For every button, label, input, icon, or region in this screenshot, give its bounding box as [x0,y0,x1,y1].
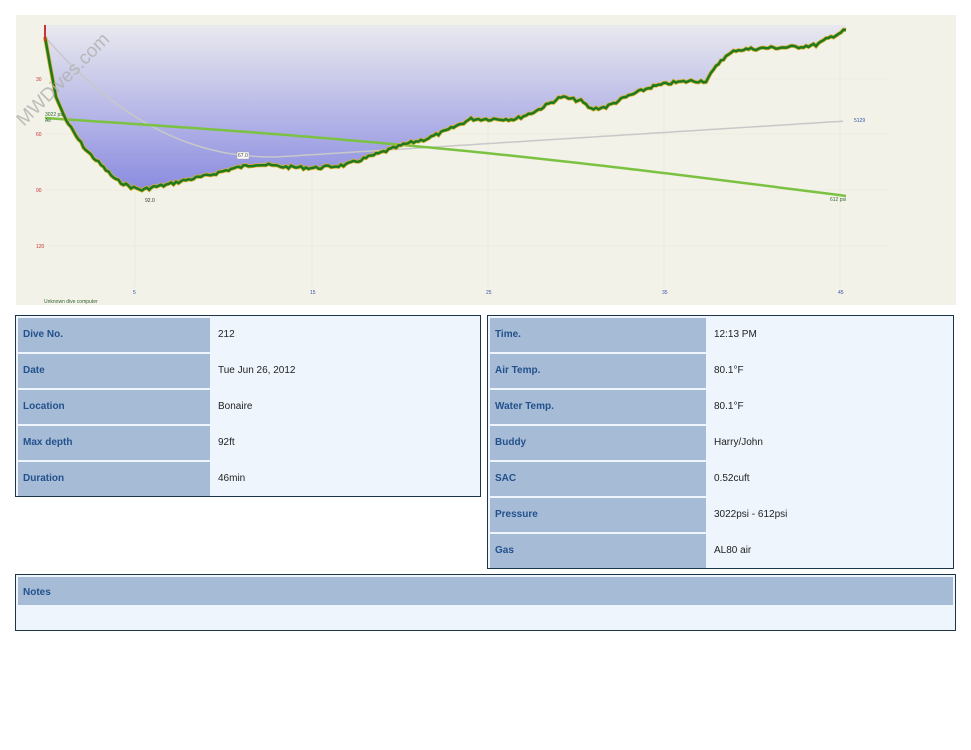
dive-info-table-right: Time. 12:13 PM Air Temp. 80.1°F Water Temp. 8… [487,315,954,569]
info-value: 3022psi - 612psi [708,498,951,532]
dive-info-table-left: Dive No. 212 Date Tue Jun 26, 2012 Location B… [15,315,481,497]
depth-tick-label: 60 [36,132,42,138]
info-key: Max depth [18,426,210,460]
notes-title: Notes [18,577,953,605]
time-tick-label: 5 [133,290,136,296]
time-tick-label: 45 [838,290,844,296]
time-tick-label: 35 [662,290,668,296]
info-key: Dive No. [18,318,210,352]
max-depth-label: 92.0 [145,198,155,204]
info-value: 212 [212,318,478,352]
info-value: Bonaire [212,390,478,424]
info-key: Water Temp. [490,390,706,424]
dive-profile-chart: 30 60 90 120 5 15 25 35 45 MWDives.com 3022 psi… [16,15,956,305]
info-row: Gas AL80 air [490,534,951,568]
info-key: Duration [18,462,210,496]
info-row: Air Temp. 80.1°F [490,354,951,388]
info-key: Pressure [490,498,706,532]
info-value: 80.1°F [708,354,951,388]
info-value: 92ft [212,426,478,460]
mid-label: 67.0 [238,153,248,159]
info-row: Water Temp. 80.1°F [490,390,951,424]
notes-panel: Notes [15,574,956,631]
pressure-start-gas: Air [45,118,51,124]
info-value: 12:13 PM [708,318,951,352]
info-value: Tue Jun 26, 2012 [212,354,478,388]
info-value: Harry/John [708,426,951,460]
info-value: AL80 air [708,534,951,568]
info-row: Pressure 3022psi - 612psi [490,498,951,532]
info-row: Location Bonaire [18,390,478,424]
info-key: SAC [490,462,706,496]
info-row: Duration 46min [18,462,478,496]
depth-tick-label: 120 [36,244,45,250]
info-key: Time. [490,318,706,352]
dive-computer-label: Unknown dive computer [44,299,98,305]
info-key: Gas [490,534,706,568]
depth-tick-label: 90 [36,188,42,194]
pressure-end-label: 612 psi [830,197,846,203]
info-key: Date [18,354,210,388]
info-value: 0.52cuft [708,462,951,496]
info-key: Air Temp. [490,354,706,388]
info-value: 80.1°F [708,390,951,424]
info-key: Buddy [490,426,706,460]
info-row: Buddy Harry/John [490,426,951,460]
info-row: Max depth 92ft [18,426,478,460]
time-tick-label: 25 [486,290,492,296]
info-row: Dive No. 212 [18,318,478,352]
info-row: SAC 0.52cuft [490,462,951,496]
info-row: Date Tue Jun 26, 2012 [18,354,478,388]
depth-tick-label: 30 [36,77,42,83]
right-edge-label: 5129 [854,118,865,124]
time-tick-label: 15 [310,290,316,296]
info-key: Location [18,390,210,424]
info-value: 46min [212,462,478,496]
info-row: Time. 12:13 PM [490,318,951,352]
notes-body [18,605,953,617]
